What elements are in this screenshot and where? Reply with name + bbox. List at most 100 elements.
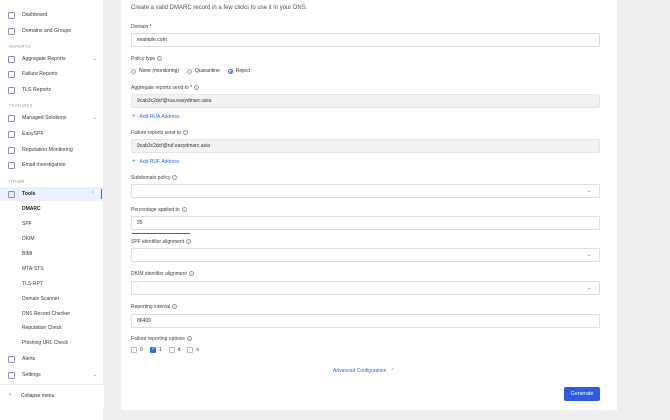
policy-type-label-text: Policy type xyxy=(131,56,156,62)
sub-mta-sts[interactable]: MTA-STS xyxy=(22,266,44,272)
fo-label-d: d xyxy=(177,347,181,353)
page-bottom-strip xyxy=(104,410,670,420)
percentage-input[interactable]: 25 xyxy=(131,216,600,230)
nav-reputation-label: Reputation Monitoring xyxy=(22,147,73,153)
nav-managed-label: Managed Solutions xyxy=(22,115,67,121)
form-intro: Create a valid DMARC record in a few cli… xyxy=(131,5,308,11)
info-icon: i xyxy=(188,271,194,277)
nav-easyspf-label: EasySPF xyxy=(22,131,44,137)
info-icon: i xyxy=(186,336,192,342)
policy-type-label: Policy type i xyxy=(131,56,163,62)
chevron-up-icon: ⌃ xyxy=(390,368,395,374)
collapse-menu-label: Collapse menu xyxy=(21,393,55,399)
failure-options-label-text: Failure reporting options xyxy=(131,336,185,342)
spf-alignment-label: SPF identifier alignment i xyxy=(131,239,192,245)
chevron-down-icon: ⌄ xyxy=(586,285,591,291)
subdomain-value: - xyxy=(137,188,139,194)
reporting-interval-value: 86400 xyxy=(137,318,151,324)
dkim-alignment-label: DKIM identifier alignment i xyxy=(131,271,194,277)
nav-domains-and-groups[interactable]: Domains and Groups xyxy=(0,24,104,38)
radio-icon xyxy=(187,68,193,74)
fo-label-s: s xyxy=(196,347,199,353)
info-icon: i xyxy=(186,239,192,245)
nav-managed-solutions[interactable]: Managed Solutions ⌄ xyxy=(0,111,104,125)
failure-reports-icon xyxy=(8,70,15,78)
percentage-value: 25 xyxy=(137,220,143,226)
dkim-alignment-select[interactable]: - ⌄ xyxy=(131,281,600,295)
sub-spf[interactable]: SPF xyxy=(22,221,32,227)
policy-none-option[interactable]: None (monitoring) xyxy=(131,68,179,74)
info-icon: i xyxy=(157,56,163,62)
policy-type-radio-group: None (monitoring) Quarantine Reject xyxy=(131,68,258,74)
policy-quarantine-option[interactable]: Quarantine xyxy=(187,68,220,74)
policy-quarantine-label: Quarantine xyxy=(195,68,220,74)
settings-icon xyxy=(8,371,15,379)
checkbox-icon xyxy=(187,347,194,353)
nav-alerts[interactable]: Alerts xyxy=(0,352,104,366)
nav-settings[interactable]: Settings ⌄ xyxy=(0,368,104,382)
sub-dkim[interactable]: DKIM xyxy=(22,236,35,242)
rua-value: 9cab3c2dcf@rua.easydmarc.asia xyxy=(137,98,212,104)
sub-domain-scanner[interactable]: Domain Scanner xyxy=(22,296,59,302)
nav-easyspf[interactable]: EasySPF xyxy=(0,127,104,141)
sidebar: Dashboard Domains and Groups REPORTS Agg… xyxy=(0,0,104,420)
subdomain-policy-label: Subdomain policy i xyxy=(131,175,178,181)
info-icon: i xyxy=(172,175,178,181)
ruf-value: 9cab3c2dcf@ruf.easydmarc.asia xyxy=(137,143,210,149)
collapse-menu-button[interactable]: ‹ Collapse menu xyxy=(0,384,104,408)
fo-option-1[interactable]: 1 xyxy=(149,346,162,353)
fo-option-0[interactable]: 0 xyxy=(131,347,143,353)
nav-aggregate-label: Aggregate Reports xyxy=(22,56,66,62)
generate-button[interactable]: Generate xyxy=(564,387,600,401)
add-rua-button[interactable]: + Add RUA Address xyxy=(132,114,180,120)
aggregate-reports-icon xyxy=(8,55,15,63)
reporting-interval-input[interactable]: 86400 xyxy=(131,314,600,328)
advanced-configuration-toggle[interactable]: Advanced Configuration ⌃ xyxy=(333,368,395,374)
rua-label: Aggregate reports send to * i xyxy=(131,85,200,91)
sub-bimi[interactable]: BIMI xyxy=(22,251,32,257)
policy-none-label: None (monitoring) xyxy=(139,68,180,74)
nav-tools[interactable]: Tools ⌃ xyxy=(0,187,104,201)
checkbox-icon xyxy=(131,347,137,353)
focus-error-underline xyxy=(132,233,190,234)
spf-alignment-select[interactable]: - ⌄ xyxy=(131,248,600,262)
dmarc-generator-form: Create a valid DMARC record in a few cli… xyxy=(121,0,617,410)
chevron-down-icon: ⌄ xyxy=(92,115,97,121)
policy-reject-option[interactable]: Reject xyxy=(227,68,250,74)
add-ruf-button[interactable]: + Add RUF Address xyxy=(132,159,180,165)
domain-input[interactable]: example.com xyxy=(131,33,600,47)
domains-icon xyxy=(8,27,15,35)
nav-reputation-monitoring[interactable]: Reputation Monitoring xyxy=(0,143,104,157)
reputation-monitoring-icon xyxy=(8,146,15,154)
sub-phishing-url-check[interactable]: Phishing URL Check xyxy=(22,340,68,346)
ruf-label: Failure reports send to i xyxy=(131,130,189,136)
failure-options-label: Failure reporting options i xyxy=(131,336,192,342)
info-icon: i xyxy=(181,207,187,213)
nav-dashboard[interactable]: Dashboard xyxy=(0,8,104,22)
email-investigation-icon xyxy=(8,161,15,169)
chevron-down-icon: ⌄ xyxy=(92,372,97,378)
section-other: OTHER xyxy=(9,179,25,184)
sub-reputation-check[interactable]: Reputation Check xyxy=(22,325,62,331)
nav-tls-reports[interactable]: TLS Reports xyxy=(0,83,104,97)
spf-alignment-label-text: SPF identifier alignment xyxy=(131,239,185,245)
checkbox-checked-icon xyxy=(149,346,156,353)
sub-dmarc[interactable]: DMARC xyxy=(22,206,41,212)
plus-icon: + xyxy=(132,114,136,120)
reporting-interval-label-text: Reporting interval xyxy=(131,304,171,310)
subdomain-policy-select[interactable]: - ⌄ xyxy=(131,184,600,198)
nav-dashboard-label: Dashboard xyxy=(22,12,48,18)
nav-failure-reports[interactable]: Failure Reports xyxy=(0,67,104,81)
ruf-input[interactable]: 9cab3c2dcf@ruf.easydmarc.asia xyxy=(131,139,600,153)
fo-option-d[interactable]: d xyxy=(168,347,181,353)
add-ruf-label: Add RUF Address xyxy=(139,159,180,165)
sub-dns-record-checker[interactable]: DNS Record Checker xyxy=(22,311,70,317)
fo-label-1: 1 xyxy=(158,347,162,353)
rua-input[interactable]: 9cab3c2dcf@rua.easydmarc.asia xyxy=(131,94,600,108)
nav-email-investigation[interactable]: Email Investigation xyxy=(0,158,104,172)
chevron-down-icon: ⌄ xyxy=(92,56,97,62)
section-reports: REPORTS xyxy=(9,44,31,49)
nav-aggregate-reports[interactable]: Aggregate Reports ⌄ xyxy=(0,52,104,66)
sub-tls-rpt[interactable]: TLS-RPT xyxy=(22,281,43,287)
fo-option-s[interactable]: s xyxy=(187,347,199,353)
